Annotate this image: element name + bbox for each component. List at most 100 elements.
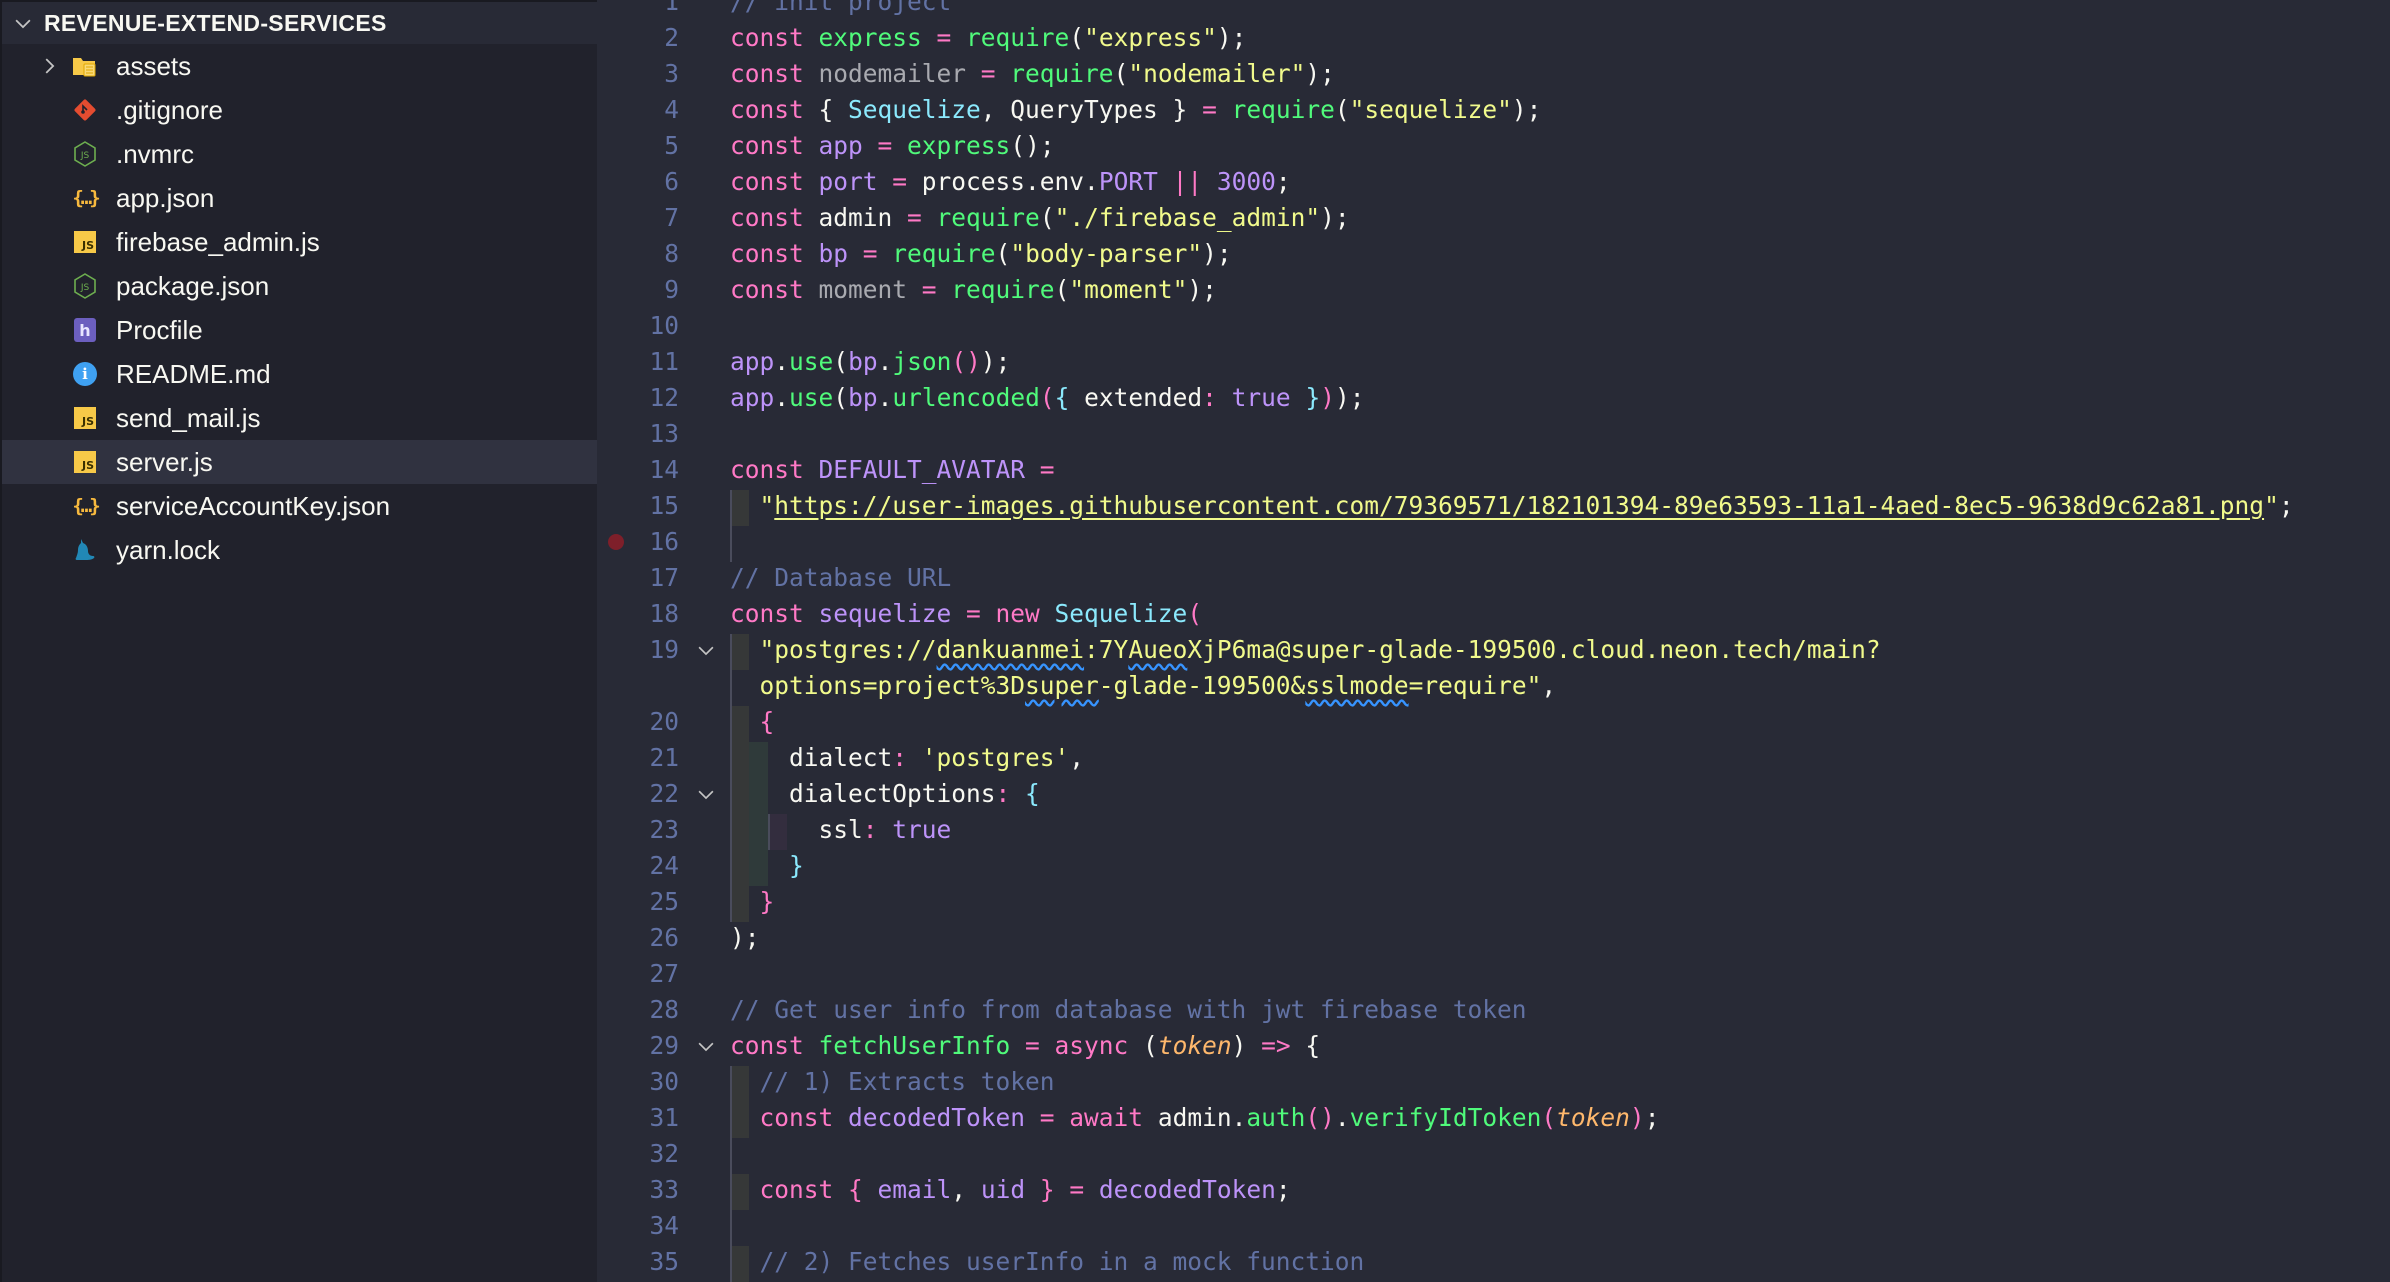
line-number: 18: [649, 599, 679, 628]
code-text: }: [789, 851, 804, 880]
code-line[interactable]: 32: [597, 1136, 2390, 1172]
tree-item-yarn-lock[interactable]: yarn.lock: [2, 528, 597, 572]
tree-item-label: .gitignore: [116, 95, 223, 125]
tree-item-app-json[interactable]: {…} app.json: [2, 176, 597, 220]
code-text: }: [759, 887, 775, 916]
code-line[interactable]: 3 const nodemailer = require("nodemailer"…: [597, 56, 2390, 92]
nodejs-icon: JS: [72, 141, 98, 167]
tree-item-readme[interactable]: i README.md: [2, 352, 597, 396]
code-text: ssl: true: [730, 815, 952, 844]
line-number: 12: [649, 383, 679, 412]
explorer-project-header[interactable]: REVENUE-EXTEND-SERVICES: [2, 2, 597, 44]
code-line[interactable]: 15 "https://user-images.githubuserconten…: [597, 488, 2390, 524]
tree-item-firebase-admin-js[interactable]: JS firebase_admin.js: [2, 220, 597, 264]
line-number: 11: [649, 347, 679, 376]
tree-item-package-json[interactable]: JS package.json: [2, 264, 597, 308]
code-line[interactable]: 16: [597, 524, 2390, 560]
tree-item-assets[interactable]: assets: [2, 44, 597, 88]
code-line[interactable]: options=project%3Dsuper-glade-199500&ssl…: [597, 668, 2390, 704]
tree-item-service-account-key[interactable]: {…} serviceAccountKey.json: [2, 484, 597, 528]
code-text: dialectOptions: {: [730, 779, 1040, 808]
tree-item-label: send_mail.js: [116, 403, 261, 433]
code-line[interactable]: 18 const sequelize = new Sequelize(: [597, 596, 2390, 632]
code-line[interactable]: 21 dialect: 'postgres',: [597, 740, 2390, 776]
code-text: const app = express();: [730, 131, 1055, 160]
code-line[interactable]: 22 dialectOptions: {: [597, 776, 2390, 812]
code-text: "postgres://dankuanmei:7YAueoXjP6ma@supe…: [759, 635, 1881, 664]
code-text: // Get user info from database with jwt …: [730, 995, 1527, 1024]
code-editor[interactable]: 1 // init project 2 const express = require…: [597, 0, 2390, 1282]
fold-chevron-icon[interactable]: [695, 783, 717, 805]
code-line[interactable]: 19 "postgres://dankuanmei:7YAueoXjP6ma@s…: [597, 632, 2390, 668]
code-line[interactable]: 20 {: [597, 704, 2390, 740]
code-line[interactable]: 2 const express = require("express");: [597, 20, 2390, 56]
code-line[interactable]: 25 }: [597, 884, 2390, 920]
code-line[interactable]: 28 // Get user info from database with jw…: [597, 992, 2390, 1028]
line-number: 33: [649, 1175, 679, 1204]
code-line[interactable]: 27: [597, 956, 2390, 992]
line-number: 32: [649, 1139, 679, 1168]
code-line[interactable]: 17 // Database URL: [597, 560, 2390, 596]
code-text: const DEFAULT_AVATAR =: [730, 455, 1055, 484]
code-line[interactable]: 10: [597, 308, 2390, 344]
tree-item-label: .nvmrc: [116, 139, 194, 169]
line-number: 2: [664, 23, 679, 52]
line-number: 23: [649, 815, 679, 844]
line-number: 4: [664, 95, 679, 124]
breakpoint-icon[interactable]: [608, 534, 624, 550]
code-line[interactable]: 6 const port = process.env.PORT || 3000;: [597, 164, 2390, 200]
code-line[interactable]: 29 const fetchUserInfo = async (token) =>…: [597, 1028, 2390, 1064]
code-line[interactable]: 31 const decodedToken = await admin.auth…: [597, 1100, 2390, 1136]
code-text: "https://user-images.githubusercontent.c…: [759, 491, 2294, 520]
code-line[interactable]: 4 const { Sequelize, QueryTypes } = requi…: [597, 92, 2390, 128]
code-text: const sequelize = new Sequelize(: [730, 599, 1203, 628]
code-line[interactable]: 5 const app = express();: [597, 128, 2390, 164]
svg-text:JS: JS: [80, 151, 90, 161]
code-text: // 1) Extracts token: [759, 1067, 1055, 1096]
code-line[interactable]: 8 const bp = require("body-parser");: [597, 236, 2390, 272]
code-line[interactable]: 13: [597, 416, 2390, 452]
code-line[interactable]: 12 app.use(bp.urlencoded({ extended: true…: [597, 380, 2390, 416]
code-text: const { email, uid } = decodedToken;: [759, 1175, 1291, 1204]
code-line[interactable]: 11 app.use(bp.json());: [597, 344, 2390, 380]
tree-item-label: app.json: [116, 183, 215, 213]
code-text: const fetchUserInfo = async (token) => {: [730, 1031, 1321, 1060]
tree-item-procfile[interactable]: h Procfile: [2, 308, 597, 352]
line-number: 34: [649, 1211, 679, 1240]
tree-item-server-js[interactable]: JS server.js: [2, 440, 597, 484]
code-line[interactable]: 1 // init project: [597, 0, 2390, 20]
line-number: 27: [649, 959, 679, 988]
code-text: app.use(bp.urlencoded({ extended: true }…: [730, 383, 1365, 412]
tree-item-label: firebase_admin.js: [116, 227, 320, 257]
fold-chevron-icon[interactable]: [695, 639, 717, 661]
heroku-icon: h: [72, 317, 98, 343]
javascript-icon: JS: [72, 449, 98, 475]
code-line[interactable]: 35 // 2) Fetches userInfo in a mock func…: [597, 1244, 2390, 1280]
code-line[interactable]: 34: [597, 1208, 2390, 1244]
code-line[interactable]: 24 }: [597, 848, 2390, 884]
code-line[interactable]: 30 // 1) Extracts token: [597, 1064, 2390, 1100]
chevron-right-icon[interactable]: [38, 55, 60, 77]
code-line[interactable]: 9 const moment = require("moment");: [597, 272, 2390, 308]
tree-item-label: assets: [116, 51, 192, 81]
code-line[interactable]: 33 const { email, uid } = decodedToken;: [597, 1172, 2390, 1208]
git-icon: [72, 97, 98, 123]
line-number: 28: [649, 995, 679, 1024]
fold-chevron-icon[interactable]: [695, 1035, 717, 1057]
tree-item-gitignore[interactable]: .gitignore: [2, 88, 597, 132]
file-tree: assets .gitignore JS .nvmrc {…} app.json…: [2, 44, 597, 572]
line-number: 9: [664, 275, 679, 304]
json-icon: {…}: [72, 495, 100, 517]
code-line[interactable]: 7 const admin = require("./firebase_admin…: [597, 200, 2390, 236]
tree-item-nvmrc[interactable]: JS .nvmrc: [2, 132, 597, 176]
code-text: // Database URL: [730, 563, 952, 592]
tree-item-label: Procfile: [116, 315, 203, 345]
folder-icon: [72, 53, 98, 79]
code-line[interactable]: 14 const DEFAULT_AVATAR =: [597, 452, 2390, 488]
code-text: const admin = require("./firebase_admin"…: [730, 203, 1350, 232]
line-number: 25: [649, 887, 679, 916]
code-line[interactable]: 26);: [597, 920, 2390, 956]
tree-item-send-mail-js[interactable]: JS send_mail.js: [2, 396, 597, 440]
code-line[interactable]: 23 ssl: true: [597, 812, 2390, 848]
tree-item-label: serviceAccountKey.json: [116, 491, 391, 521]
